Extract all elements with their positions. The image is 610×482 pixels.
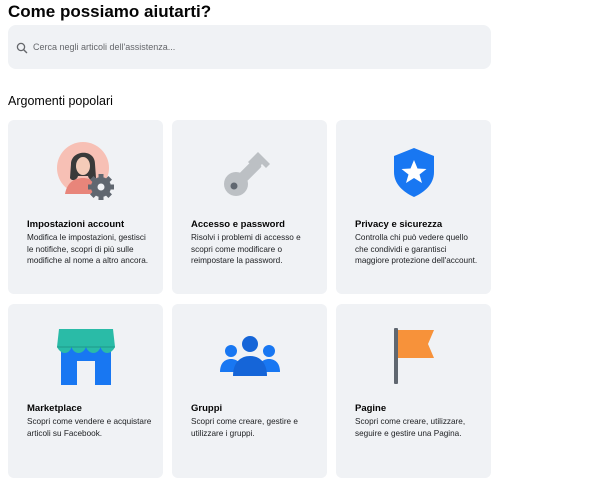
topic-card-title: Gruppi (191, 403, 223, 414)
groups-icon (172, 326, 327, 386)
topic-card-title: Marketplace (27, 403, 82, 414)
topic-card-description: Controlla chi può vedere quello che cond… (355, 233, 478, 265)
topic-card-description: Modifica le impostazioni, gestisci le no… (27, 233, 149, 265)
topic-card-login-password[interactable]: Accesso e password Risolvi i problemi di… (172, 120, 327, 294)
search-bar[interactable] (8, 25, 491, 69)
flag-icon (336, 326, 491, 386)
topic-card-description: Scopri come creare, gestire e utilizzare… (191, 417, 298, 438)
search-input[interactable] (31, 41, 475, 53)
topic-card-marketplace[interactable]: Marketplace Scopri come vendere e acquis… (8, 304, 163, 478)
topic-card-description: Scopri come creare, utilizzare, seguire … (355, 417, 466, 438)
topic-card-title: Pagine (355, 403, 387, 414)
key-icon (172, 142, 327, 202)
account-settings-icon (8, 142, 163, 202)
topic-card-pages[interactable]: Pagine Scopri come creare, utilizzare, s… (336, 304, 491, 478)
shield-star-icon (336, 142, 491, 202)
help-center-page: Come possiamo aiutarti? Argomenti popola… (0, 0, 610, 482)
topic-card-description: Scopri come vendere e acquistare articol… (27, 417, 152, 438)
topic-card-description: Risolvi i problemi di accesso e scopri c… (191, 233, 301, 265)
popular-topics-heading: Argomenti popolari (8, 94, 113, 108)
topic-card-privacy-security[interactable]: Privacy e sicurezza Controlla chi può ve… (336, 120, 491, 294)
topic-card-title: Accesso e password (191, 219, 285, 230)
search-icon (16, 41, 28, 54)
topic-card-groups[interactable]: Gruppi Scopri come creare, gestire e uti… (172, 304, 327, 478)
topic-card-account-settings[interactable]: Impostazioni account Modifica le imposta… (8, 120, 163, 294)
topic-card-title: Privacy e sicurezza (355, 219, 443, 230)
marketplace-store-icon (8, 326, 163, 386)
page-title: Come possiamo aiutarti? (8, 2, 212, 21)
topic-card-title: Impostazioni account (27, 219, 125, 230)
popular-topics-grid: Impostazioni account Modifica le imposta… (8, 120, 492, 478)
